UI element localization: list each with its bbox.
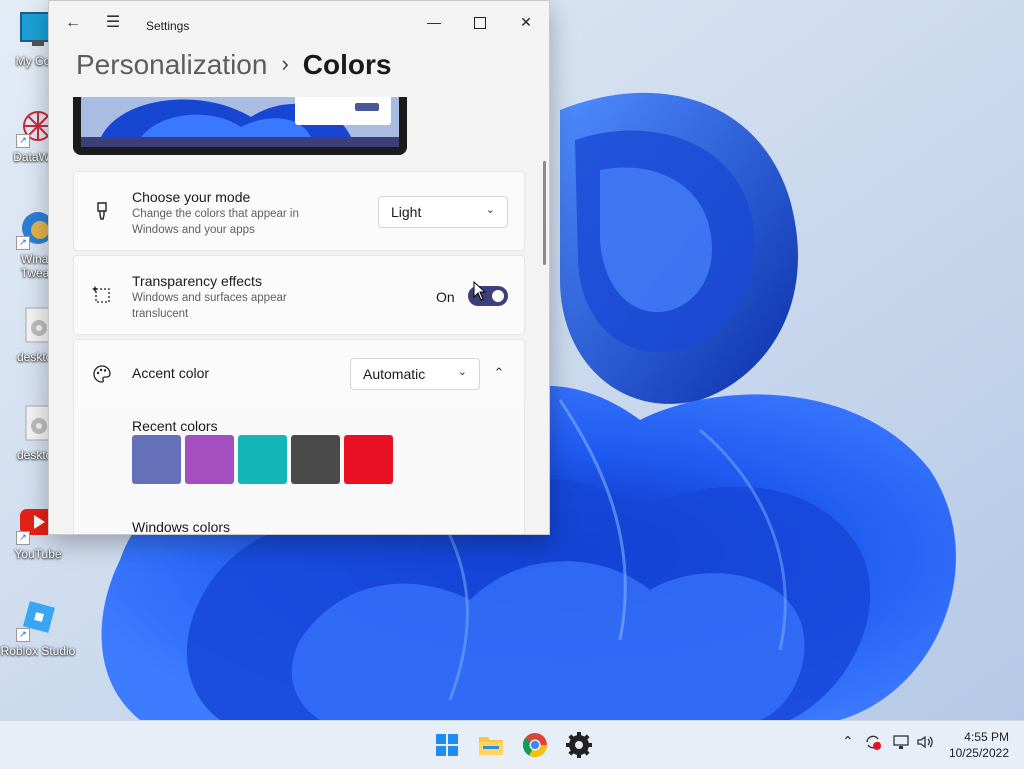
chrome-button[interactable] [519, 729, 551, 761]
chevron-down-icon: ⌄ [485, 204, 495, 216]
chrome-icon [522, 733, 547, 758]
mode-description: Change the colors that appear in Windows… [132, 208, 299, 236]
desktop-icon-roblox-studio[interactable]: ↗ Roblox Studio [0, 600, 76, 658]
file-explorer-icon [479, 737, 503, 755]
accent-dropdown[interactable]: Automatic ⌄ [350, 358, 480, 390]
preview-accent-pill [355, 103, 379, 111]
breadcrumb: Personalization › Colors [76, 49, 391, 89]
recent-color-swatch[interactable] [238, 435, 287, 484]
accent-title: Accent color [132, 365, 210, 381]
transparency-icon [92, 285, 112, 305]
update-status-button[interactable] [864, 733, 882, 754]
recent-color-swatch[interactable] [344, 435, 393, 484]
mouse-cursor-icon [473, 280, 487, 306]
mode-dropdown-value: Light [391, 204, 422, 220]
arrow-left-icon: ← [65, 14, 81, 31]
desktop-icon-label: YouTube [14, 547, 62, 561]
accent-dropdown-value: Automatic [363, 366, 426, 382]
desktop-icon-label: Roblox Studio [0, 644, 76, 658]
start-icon [436, 734, 458, 756]
transparency-description: Windows and surfaces appear translucent [132, 292, 287, 320]
network-button[interactable] [892, 733, 910, 754]
recent-color-swatch[interactable] [185, 435, 234, 484]
minimize-button[interactable]: — [411, 7, 457, 37]
hamburger-icon: ☰ [105, 14, 121, 31]
preview-wallpaper [81, 97, 399, 137]
maximize-icon [474, 17, 486, 30]
volume-button[interactable] [916, 733, 934, 754]
chevron-up-icon: ⌃ [493, 365, 505, 380]
accent-setting[interactable]: Accent color Automatic ⌄ ⌃ [73, 339, 525, 409]
page-title: Colors [302, 49, 392, 80]
clock-time: 4:55 PM [964, 730, 1009, 744]
app-title: Settings [146, 19, 190, 33]
minimize-icon: — [427, 14, 441, 30]
paintbrush-icon [92, 201, 112, 221]
title-bar: ← ☰ Settings — ✕ [49, 1, 549, 47]
close-icon: ✕ [520, 14, 532, 30]
network-icon [893, 735, 909, 749]
maximize-button[interactable] [457, 7, 503, 37]
roblox-studio-icon: ↗ [16, 600, 58, 642]
scrollbar[interactable] [543, 161, 546, 265]
accent-color-panel: Recent colors Windows colors [73, 407, 525, 534]
toggle-knob [492, 290, 504, 302]
file-explorer-button[interactable] [475, 729, 507, 761]
sync-alert-icon [866, 735, 881, 750]
breadcrumb-separator-icon: › [281, 51, 289, 76]
close-button[interactable]: ✕ [503, 7, 549, 37]
preview-taskbar [81, 137, 399, 147]
taskbar: ⌃ 4:55 PM 10/25/2022 [0, 720, 1024, 769]
recent-color-swatch[interactable] [291, 435, 340, 484]
transparency-state-label: On [436, 289, 455, 305]
volume-icon [917, 735, 933, 749]
mode-title: Choose your mode [132, 189, 251, 205]
menu-button[interactable]: ☰ [99, 11, 127, 35]
windows-colors-label: Windows colors [132, 519, 231, 534]
start-button[interactable] [431, 729, 463, 761]
settings-taskbar-button[interactable] [563, 729, 595, 761]
settings-content: Choose your mode Change the colors that … [49, 97, 549, 534]
settings-window: ← ☰ Settings — ✕ Personalization › Colors [48, 0, 550, 535]
collapse-button[interactable]: ⌃ [486, 360, 512, 386]
mode-dropdown[interactable]: Light ⌄ [378, 196, 508, 228]
chevron-up-icon: ⌃ [842, 733, 854, 749]
clock[interactable]: 4:55 PM 10/25/2022 [949, 729, 1009, 761]
recent-color-swatch[interactable] [132, 435, 181, 484]
clock-date: 10/25/2022 [948, 746, 1009, 760]
preview-window-card [295, 97, 391, 125]
mode-setting: Choose your mode Change the colors that … [73, 171, 525, 251]
theme-preview [73, 97, 407, 155]
transparency-title: Transparency effects [132, 273, 262, 289]
breadcrumb-personalization[interactable]: Personalization [76, 49, 267, 80]
show-hidden-icons-button[interactable]: ⌃ [842, 733, 854, 750]
chevron-down-icon: ⌄ [457, 366, 467, 378]
transparency-setting: Transparency effects Windows and surface… [73, 255, 525, 335]
back-button[interactable]: ← [59, 11, 87, 35]
recent-colors-label: Recent colors [132, 418, 218, 434]
settings-icon [566, 732, 592, 758]
palette-icon [92, 364, 112, 384]
